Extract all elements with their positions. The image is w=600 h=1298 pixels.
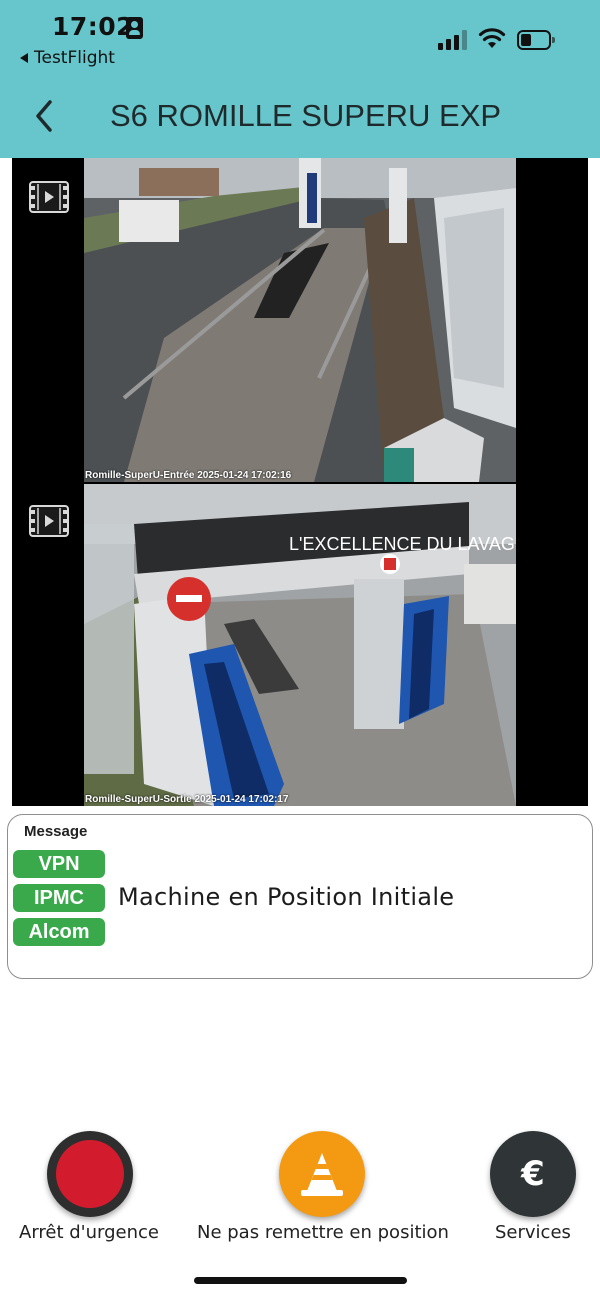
battery-icon xyxy=(517,30,555,50)
message-panel: Message VPN IPMC Alcom Machine en Positi… xyxy=(7,814,593,979)
video-film-icon[interactable] xyxy=(28,180,70,214)
emergency-stop-icon xyxy=(56,1140,124,1208)
emergency-stop-button[interactable] xyxy=(47,1131,133,1217)
video-film-icon[interactable] xyxy=(28,504,70,538)
alcom-status-badge: Alcom xyxy=(13,918,105,946)
home-indicator[interactable] xyxy=(194,1277,407,1284)
machine-status-text: Machine en Position Initiale xyxy=(118,883,455,911)
message-title: Message xyxy=(24,823,88,840)
camera-image-sortie: L'EXCELLENCE DU LAVAGE xyxy=(84,484,516,806)
contact-card-icon xyxy=(126,17,143,39)
status-time: 17:02 xyxy=(52,12,135,41)
camera-panel: Romille-SuperU-Entrée 2025-01-24 17:02:1… xyxy=(12,158,588,806)
vpn-status-badge: VPN xyxy=(13,850,105,878)
app-header: 17:02 TestFlight S6 ROMILLE SUPERU EXP xyxy=(0,0,600,158)
emergency-stop-label: Arrêt d'urgence xyxy=(19,1222,160,1243)
camera-feed-entree[interactable]: Romille-SuperU-Entrée 2025-01-24 17:02:1… xyxy=(84,158,516,482)
back-app-label: TestFlight xyxy=(34,48,115,68)
euro-icon: € xyxy=(521,1154,545,1194)
services-label: Services xyxy=(495,1222,571,1243)
back-to-app-link[interactable]: TestFlight xyxy=(20,48,115,68)
traffic-cone-icon xyxy=(301,1153,343,1196)
do-not-reposition-label: Ne pas remettre en position xyxy=(197,1222,449,1243)
ipmc-status-badge: IPMC xyxy=(13,884,105,912)
excellence-du-lavage-sign: L'EXCELLENCE DU LAVAGE xyxy=(289,534,516,554)
camera-timestamp-label: Romille-SuperU-Entrée 2025-01-24 17:02:1… xyxy=(85,470,292,481)
back-triangle-icon xyxy=(20,53,28,63)
do-not-reposition-button[interactable] xyxy=(279,1131,365,1217)
camera-image-entree xyxy=(84,158,516,482)
camera-feed-sortie[interactable]: L'EXCELLENCE DU LAVAGE Romille-SuperU-So… xyxy=(84,484,516,806)
wifi-icon xyxy=(478,28,506,48)
cellular-signal-icon xyxy=(438,30,468,50)
camera-timestamp-label: Romille-SuperU-Sortie 2025-01-24 17:02:1… xyxy=(85,794,289,805)
chevron-left-icon[interactable] xyxy=(30,96,60,136)
page-title: S6 ROMILLE SUPERU EXP xyxy=(110,98,502,133)
services-button[interactable]: € xyxy=(490,1131,576,1217)
